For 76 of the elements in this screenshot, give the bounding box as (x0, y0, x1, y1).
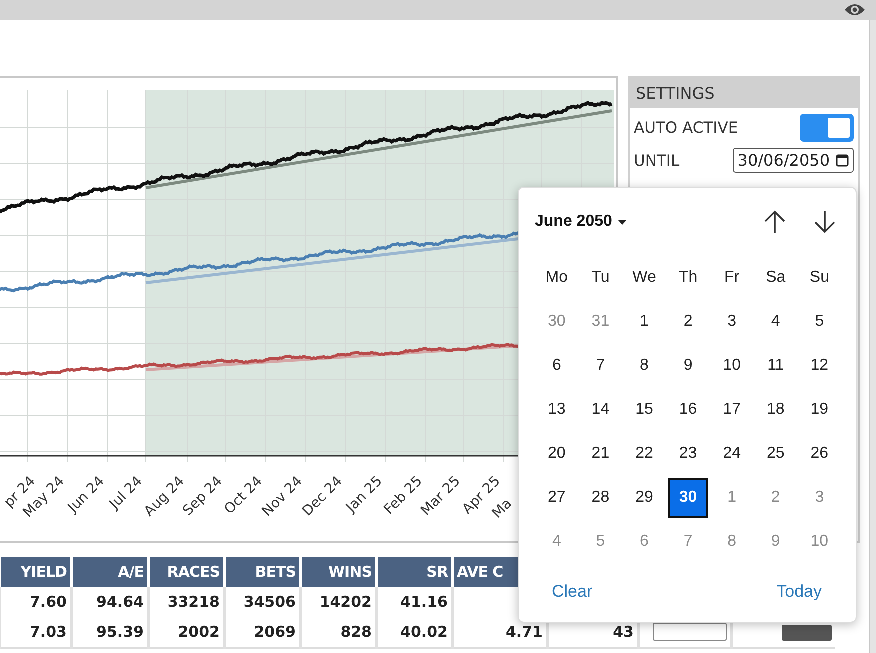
calendar-day[interactable]: 29 (624, 478, 664, 518)
eye-icon[interactable] (844, 3, 866, 17)
calendar-day[interactable]: 13 (537, 390, 577, 430)
caret-icon (618, 220, 628, 224)
settings-title: SETTINGS (630, 78, 858, 108)
column-header: WINS (300, 557, 376, 587)
weekday-label: Tu (590, 268, 611, 288)
x-axis-label: Ma (490, 496, 516, 522)
calendar-day[interactable]: 1 (624, 302, 664, 342)
table-cell: 2069 (254, 623, 296, 641)
table-cell: 828 (340, 623, 372, 641)
calendar-day[interactable]: 15 (624, 390, 664, 430)
weekday-label: Sa (765, 268, 787, 288)
table-cell: 7.60 (30, 593, 67, 611)
column-header: RACES (148, 557, 224, 587)
calendar-day[interactable]: 22 (624, 434, 664, 474)
calendar-day[interactable]: 6 (537, 346, 577, 386)
auto-active-label: AUTO ACTIVE (634, 119, 738, 137)
table-cell: 95.39 (96, 623, 144, 641)
column-header: BETS (224, 557, 300, 587)
calendar-day[interactable]: 19 (800, 390, 840, 430)
scrollbar-track[interactable] (869, 20, 876, 653)
date-field[interactable]: 30/06/2050 (732, 148, 854, 173)
auto-active-toggle[interactable] (800, 114, 854, 142)
calendar-day[interactable]: 14 (580, 390, 621, 430)
table-cell: 34506 (244, 593, 296, 611)
weekday-label: Mo (544, 268, 570, 288)
calendar-day[interactable]: 17 (712, 390, 752, 430)
weekday-label: Su (808, 268, 830, 288)
x-axis-label: Jul 24 (106, 474, 146, 513)
calendar-day[interactable]: 23 (668, 434, 708, 474)
calendar-day[interactable]: 26 (800, 434, 840, 474)
column-header: SR (376, 557, 452, 587)
calendar-day[interactable]: 2 (668, 302, 708, 342)
today-link[interactable]: Today (776, 582, 822, 602)
table-cell: 33218 (168, 593, 220, 611)
table-button[interactable] (782, 624, 832, 641)
calendar-day[interactable]: 9 (668, 346, 708, 386)
up-arrow-icon (764, 210, 786, 234)
weekday-label: Fr (724, 268, 741, 288)
calendar-day[interactable]: 20 (537, 434, 577, 474)
calendar-day[interactable]: 10 (712, 346, 752, 386)
calendar-day[interactable]: 30 (668, 478, 708, 518)
calendar-day[interactable]: 16 (668, 390, 708, 430)
weekday-label: We (632, 268, 658, 288)
calendar-day[interactable]: 24 (712, 434, 752, 474)
table-cell: 7.03 (30, 623, 67, 641)
calendar-day[interactable]: 28 (580, 478, 621, 518)
x-axis-label: Jun 24 (65, 474, 108, 516)
calendar-day[interactable]: 25 (756, 434, 796, 474)
table-cell: 2002 (178, 623, 220, 641)
table-cell: 14202 (320, 593, 372, 611)
table-cell: 43 (613, 623, 634, 641)
weekday-label: Th (678, 268, 699, 288)
table-cell: 94.64 (96, 593, 144, 611)
until-label: UNTIL (634, 152, 680, 170)
table-cell: 40.02 (400, 623, 448, 641)
calendar-day[interactable]: 11 (756, 346, 796, 386)
column-header: YIELD (0, 557, 72, 587)
calendar-day[interactable]: 7 (580, 346, 621, 386)
calendar-day[interactable]: 27 (537, 478, 577, 518)
calendar-day[interactable]: 5 (800, 302, 840, 342)
calendar-icon[interactable] (836, 154, 849, 167)
calendar-day[interactable]: 12 (800, 346, 840, 386)
calendar-day[interactable]: 3 (712, 302, 752, 342)
calendar-day[interactable]: 8 (624, 346, 664, 386)
down-arrow-icon (814, 210, 836, 234)
column-header: A/E (72, 557, 148, 587)
table-cell: 4.71 (506, 623, 543, 641)
calendar-day[interactable]: 18 (756, 390, 796, 430)
input-field[interactable] (653, 623, 727, 642)
clear-link[interactable]: Clear (552, 582, 593, 602)
calendar-day[interactable]: 4 (756, 302, 796, 342)
table-cell: 41.16 (400, 593, 448, 611)
month-dropdown[interactable]: June 2050 (535, 213, 628, 231)
calendar-day[interactable]: 21 (580, 434, 621, 474)
